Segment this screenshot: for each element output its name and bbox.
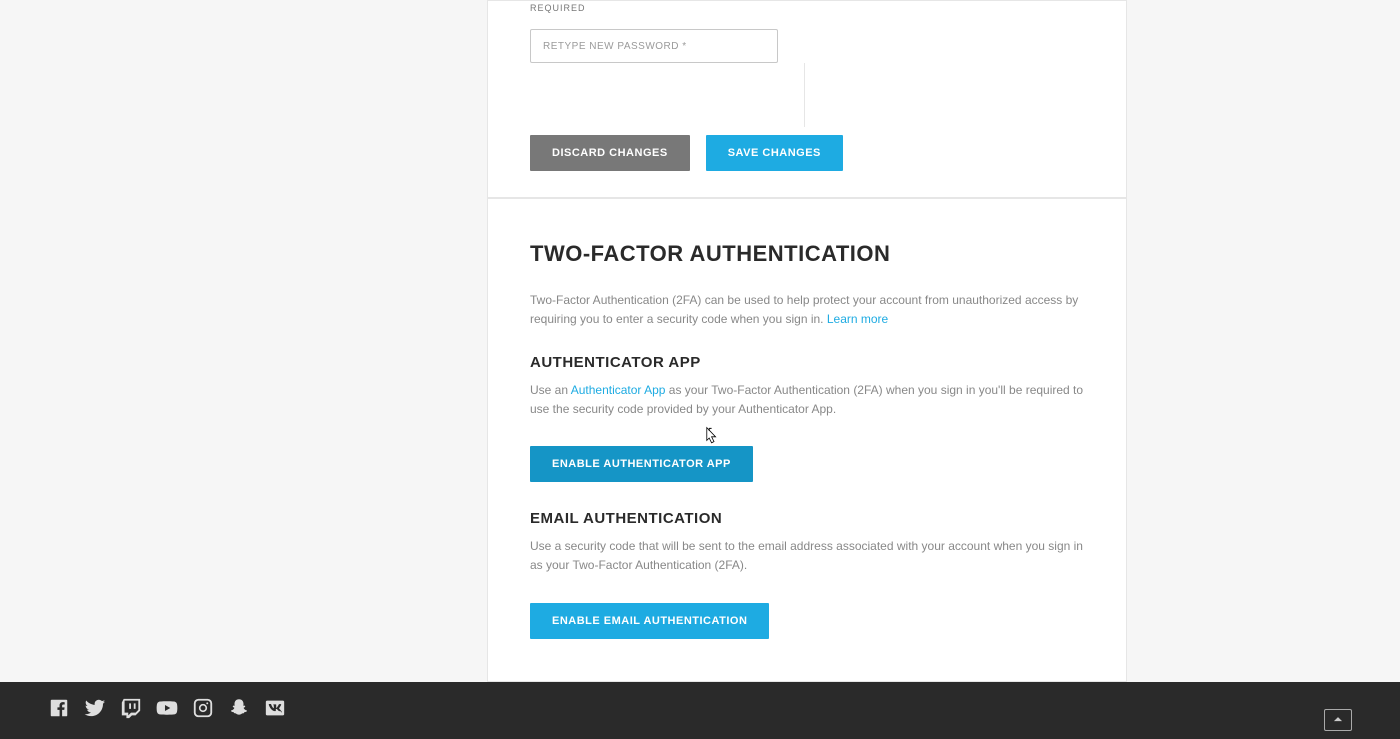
footer [0,682,1400,739]
enable-authenticator-button[interactable]: ENABLE AUTHENTICATOR APP [530,446,753,482]
authenticator-app-desc: Use an Authenticator App as your Two-Fac… [530,381,1084,418]
save-changes-button[interactable]: SAVE CHANGES [706,135,843,171]
tfa-description: Two-Factor Authentication (2FA) can be u… [530,291,1084,328]
authenticator-app-link[interactable]: Authenticator App [571,383,666,397]
discard-changes-button[interactable]: DISCARD CHANGES [530,135,690,171]
email-auth-heading: EMAIL AUTHENTICATION [530,510,1084,527]
auth-app-desc-prefix: Use an [530,383,571,397]
social-links [48,697,286,724]
twitter-icon[interactable] [84,697,106,724]
enable-email-auth-button[interactable]: ENABLE EMAIL AUTHENTICATION [530,603,769,639]
email-auth-desc: Use a security code that will be sent to… [530,537,1084,574]
youtube-icon[interactable] [156,697,178,724]
two-factor-section: TWO-FACTOR AUTHENTICATION Two-Factor Aut… [487,198,1127,682]
snapchat-icon[interactable] [228,697,250,724]
vk-icon[interactable] [264,697,286,724]
scroll-to-top-button[interactable] [1324,709,1352,731]
password-section: REQUIRED DISCARD CHANGES SAVE CHANGES [487,0,1127,198]
email-auth-group: EMAIL AUTHENTICATION Use a security code… [530,510,1084,638]
instagram-icon[interactable] [192,697,214,724]
tfa-desc-text: Two-Factor Authentication (2FA) can be u… [530,293,1078,326]
facebook-icon[interactable] [48,697,70,724]
required-label: REQUIRED [530,1,1084,13]
password-buttons: DISCARD CHANGES SAVE CHANGES [530,135,1084,171]
learn-more-link[interactable]: Learn more [827,312,888,326]
authenticator-app-group: AUTHENTICATOR APP Use an Authenticator A… [530,354,1084,482]
twitch-icon[interactable] [120,697,142,724]
tfa-heading: TWO-FACTOR AUTHENTICATION [530,241,1084,267]
retype-password-input[interactable] [530,29,778,63]
authenticator-app-heading: AUTHENTICATOR APP [530,354,1084,371]
section-divider [530,63,1084,135]
